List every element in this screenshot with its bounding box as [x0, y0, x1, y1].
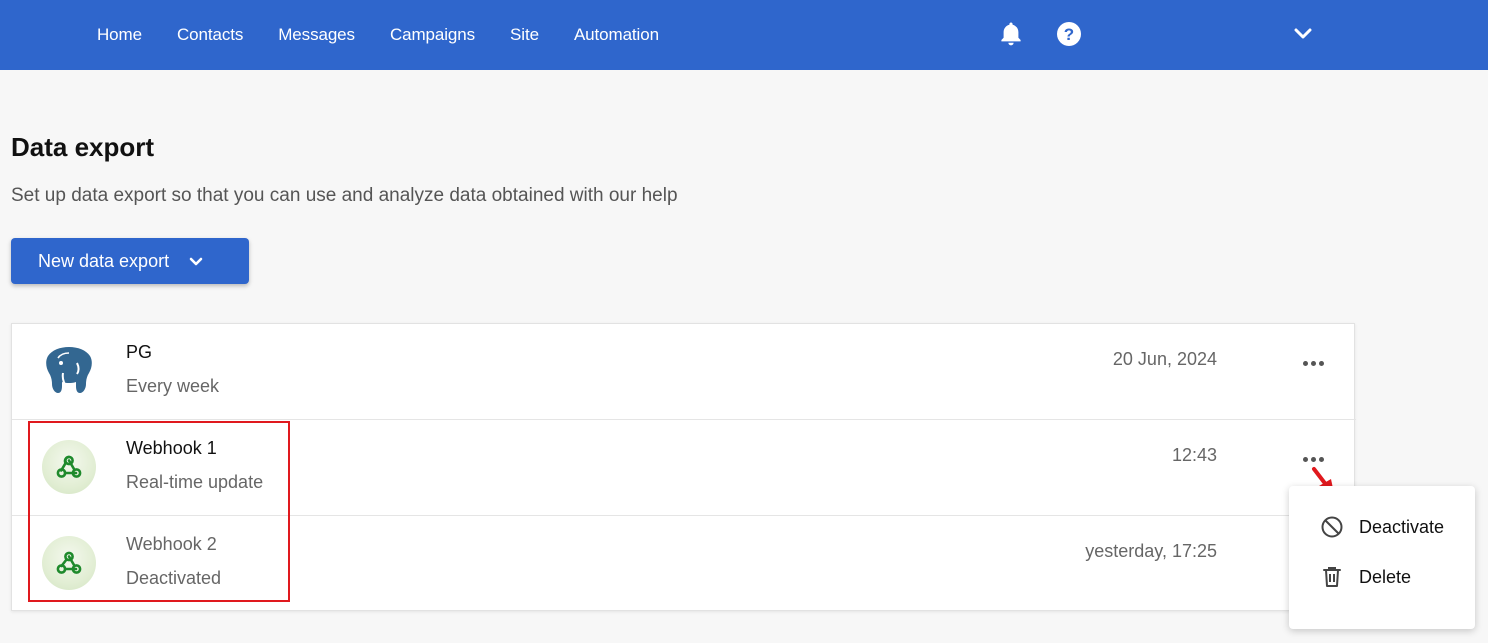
trash-icon — [1319, 564, 1345, 590]
export-schedule: Every week — [126, 376, 220, 396]
more-options-icon[interactable] — [1296, 352, 1330, 374]
chevron-down-icon[interactable] — [1288, 19, 1318, 49]
nav-messages[interactable]: Messages — [278, 25, 355, 45]
export-name: PG — [126, 342, 153, 362]
new-data-export-label: New data export — [38, 250, 170, 271]
bell-icon[interactable] — [996, 19, 1026, 49]
export-time: 12:43 — [1171, 445, 1217, 465]
nav-contacts[interactable]: Contacts — [177, 25, 243, 45]
svg-text:?: ? — [1064, 25, 1074, 44]
context-menu: Deactivate Delete — [1289, 486, 1475, 629]
help-icon[interactable]: ? — [1054, 19, 1084, 49]
chevron-down-icon — [189, 251, 203, 272]
page-subtitle: Set up data export so that you can use a… — [11, 185, 678, 206]
block-icon — [1319, 514, 1345, 540]
nav-home[interactable]: Home — [97, 25, 142, 45]
list-item[interactable]: PG Every week 20 Jun, 2024 — [12, 324, 1356, 419]
page-title: Data export — [11, 132, 155, 162]
menu-item-delete[interactable]: Delete — [1289, 557, 1475, 597]
postgresql-elephant-icon — [40, 342, 98, 400]
top-navigation-bar: Home Contacts Messages Campaigns Site Au… — [0, 0, 1488, 70]
highlight-box — [28, 421, 290, 602]
menu-item-deactivate[interactable]: Deactivate — [1289, 507, 1475, 547]
export-time: yesterday, 17:25 — [1085, 541, 1217, 561]
nav-site[interactable]: Site — [510, 25, 539, 45]
new-data-export-button[interactable]: New data export — [11, 238, 249, 284]
export-time: 20 Jun, 2024 — [1112, 349, 1217, 369]
main-nav: Home Contacts Messages Campaigns Site Au… — [97, 0, 659, 70]
menu-item-label: Deactivate — [1359, 516, 1445, 537]
nav-automation[interactable]: Automation — [574, 25, 659, 45]
menu-item-label: Delete — [1359, 566, 1412, 587]
nav-campaigns[interactable]: Campaigns — [390, 25, 475, 45]
